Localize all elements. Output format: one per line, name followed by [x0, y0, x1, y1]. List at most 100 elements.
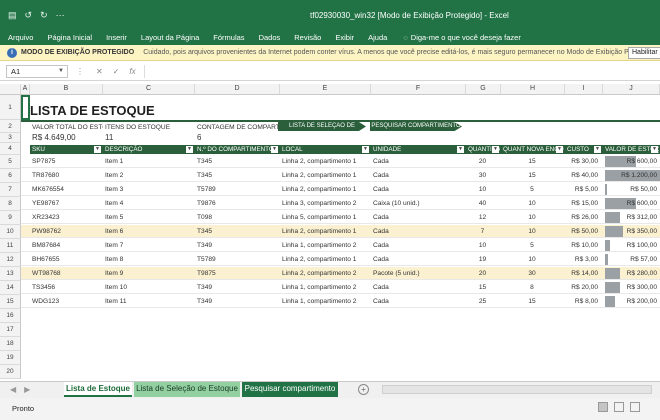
- cell-loc[interactable]: Linha 3, compartimento 2: [280, 197, 369, 210]
- cell-desc[interactable]: Item 6: [103, 225, 193, 238]
- row-header[interactable]: 9: [0, 211, 21, 225]
- filter-dropdown-icon[interactable]: ▼: [271, 146, 278, 153]
- cell-value[interactable]: R$ 350,00: [603, 225, 660, 238]
- cell-sku[interactable]: WDG123: [30, 295, 101, 308]
- row-header[interactable]: 4: [0, 143, 21, 155]
- cell-value[interactable]: R$ 600,00: [603, 197, 660, 210]
- cell-reorder[interactable]: 10: [501, 197, 563, 210]
- chevron-down-icon[interactable]: ▼: [58, 66, 64, 77]
- cell-desc[interactable]: Item 4: [103, 197, 193, 210]
- cell-unit[interactable]: Cada: [371, 169, 464, 182]
- cell-loc[interactable]: Linha 1, compartimento 2: [280, 281, 369, 294]
- cell-cost[interactable]: R$ 40,00: [565, 169, 601, 182]
- column-header[interactable]: C: [103, 84, 195, 95]
- filter-dropdown-icon[interactable]: ▼: [651, 146, 658, 153]
- cell-qty[interactable]: 7: [466, 225, 499, 238]
- cell-sku[interactable]: TR87680: [30, 169, 101, 182]
- ribbon-tab[interactable]: Ajuda: [368, 33, 387, 42]
- cell-unit[interactable]: Cada: [371, 295, 464, 308]
- cell-reorder[interactable]: 10: [501, 253, 563, 266]
- ribbon-tab[interactable]: Layout da Página: [141, 33, 199, 42]
- cell-bin[interactable]: T5789: [195, 253, 278, 266]
- cell-qty[interactable]: 15: [466, 281, 499, 294]
- cell-value[interactable]: R$ 600,00: [603, 155, 660, 168]
- row-header[interactable]: 19: [0, 351, 21, 365]
- cell-cost[interactable]: R$ 50,00: [565, 225, 601, 238]
- row-header[interactable]: 11: [0, 239, 21, 253]
- cell-sku[interactable]: YE98767: [30, 197, 101, 210]
- cell-bin[interactable]: T349: [195, 239, 278, 252]
- cell-loc[interactable]: Linha 2, compartimento 1: [280, 183, 369, 196]
- more-icon[interactable]: ⋮: [76, 67, 84, 76]
- cell-unit[interactable]: Cada: [371, 211, 464, 224]
- column-header[interactable]: I: [565, 84, 603, 95]
- cell-reorder[interactable]: 10: [501, 225, 563, 238]
- cancel-icon[interactable]: ✕: [96, 67, 103, 76]
- tab-pesquisar-compartimento[interactable]: Pesquisar compartimento: [242, 382, 338, 397]
- cell-sku[interactable]: BH67655: [30, 253, 101, 266]
- cell-loc[interactable]: Linha 5, compartimento 1: [280, 211, 369, 224]
- cell-loc[interactable]: Linha 2, compartimento 1: [280, 253, 369, 266]
- column-header[interactable]: F: [371, 84, 466, 95]
- row-header[interactable]: 5: [0, 155, 21, 169]
- row-header[interactable]: 1: [0, 95, 21, 120]
- cell-qty[interactable]: 30: [466, 169, 499, 182]
- cell-cost[interactable]: R$ 8,00: [565, 295, 601, 308]
- cell-reorder[interactable]: 8: [501, 281, 563, 294]
- insert-function-icon[interactable]: fx: [129, 67, 135, 76]
- table-header[interactable]: UNIDADE ▼: [371, 145, 465, 154]
- cell-reorder[interactable]: 15: [501, 155, 563, 168]
- enter-icon[interactable]: ✓: [113, 67, 120, 76]
- name-box[interactable]: A1 ▼: [6, 65, 68, 78]
- cell-loc[interactable]: Linha 2, compartimento 1: [280, 169, 369, 182]
- cell-loc[interactable]: Linha 2, compartimento 2: [280, 267, 369, 280]
- column-header[interactable]: H: [501, 84, 565, 95]
- cell-reorder[interactable]: 5: [501, 239, 563, 252]
- cell-bin[interactable]: T9876: [195, 197, 278, 210]
- table-header[interactable]: SKU ▼: [30, 145, 102, 154]
- prev-sheet-icon[interactable]: ◀: [10, 385, 16, 394]
- cell-sku[interactable]: SP7875: [30, 155, 101, 168]
- undo-icon[interactable]: ↺: [25, 10, 33, 21]
- cell-cost[interactable]: R$ 14,00: [565, 267, 601, 280]
- row-header[interactable]: 17: [0, 323, 21, 337]
- cell-bin[interactable]: T345: [195, 155, 278, 168]
- row-header[interactable]: 2: [0, 120, 21, 133]
- row-header[interactable]: 12: [0, 253, 21, 267]
- tell-me[interactable]: ◌ Diga-me o que você deseja fazer: [403, 33, 521, 42]
- cell-reorder[interactable]: 5: [501, 183, 563, 196]
- cell-reorder[interactable]: 30: [501, 267, 563, 280]
- filter-dropdown-icon[interactable]: ▼: [362, 146, 369, 153]
- cell-unit[interactable]: Cada: [371, 155, 464, 168]
- cell-desc[interactable]: Item 11: [103, 295, 193, 308]
- normal-view-icon[interactable]: [598, 402, 608, 412]
- filter-dropdown-icon[interactable]: ▼: [594, 146, 601, 153]
- cell-desc[interactable]: Item 8: [103, 253, 193, 266]
- column-header[interactable]: A: [21, 84, 30, 95]
- cell-qty[interactable]: 10: [466, 239, 499, 252]
- column-header[interactable]: J: [603, 84, 660, 95]
- table-header[interactable]: QUANTIDADE▼: [466, 145, 500, 154]
- tab-lista-de-estoque[interactable]: Lista de Estoque: [64, 382, 132, 397]
- cell-sku[interactable]: TS3456: [30, 281, 101, 294]
- cell-sku[interactable]: WT98768: [30, 267, 101, 280]
- column-header[interactable]: D: [195, 84, 280, 95]
- cell-loc[interactable]: Linha 2, compartimento 1: [280, 155, 369, 168]
- cell-value[interactable]: R$ 280,00: [603, 267, 660, 280]
- row-header[interactable]: 15: [0, 295, 21, 309]
- filter-dropdown-icon[interactable]: ▼: [457, 146, 464, 153]
- cell-desc[interactable]: Item 3: [103, 183, 193, 196]
- ribbon-tab[interactable]: Página Inicial: [47, 33, 92, 42]
- add-sheet-icon[interactable]: +: [358, 384, 369, 395]
- cell-cost[interactable]: R$ 30,00: [565, 155, 601, 168]
- ribbon-tab[interactable]: Revisão: [294, 33, 321, 42]
- protected-view-message[interactable]: Cuidado, pois arquivos provenientes da I…: [143, 49, 656, 56]
- ribbon-tab[interactable]: Exibir: [335, 33, 354, 42]
- cell-desc[interactable]: Item 10: [103, 281, 193, 294]
- cell-cost[interactable]: R$ 20,00: [565, 281, 601, 294]
- cell-value[interactable]: R$ 1.200,00: [603, 169, 660, 182]
- select-all-corner[interactable]: [0, 84, 21, 95]
- cell-desc[interactable]: Item 5: [103, 211, 193, 224]
- table-header[interactable]: N.º DO COMPARTIMENTO ▼: [195, 145, 279, 154]
- cell-unit[interactable]: Cada: [371, 281, 464, 294]
